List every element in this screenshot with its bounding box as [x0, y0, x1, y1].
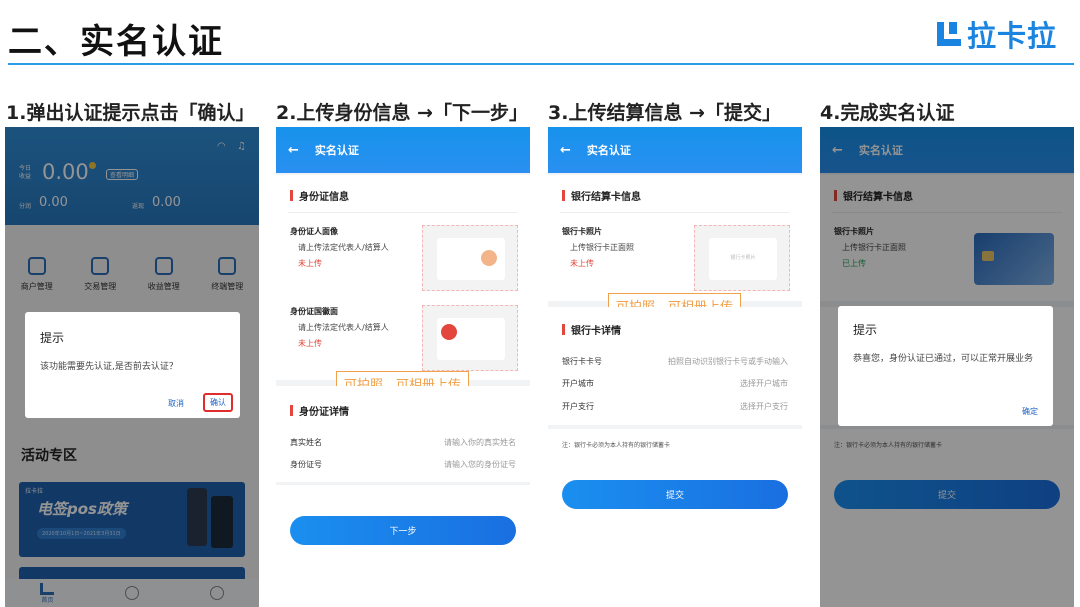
ok-button[interactable]: 确定 — [1022, 406, 1038, 417]
footer-area — [276, 485, 530, 607]
id-back-status: 未上传 — [298, 339, 322, 348]
step-4-label: 4.完成实名认证 — [820, 102, 955, 124]
idnumber-field[interactable]: 身份证号 请输入您的身份证号 — [276, 459, 530, 470]
branch-field[interactable]: 开户支行 选择开户支行 — [548, 401, 802, 412]
auth-prompt-dialog: 提示 该功能需要先认证,是否前去认证？ 取消 确认 — [25, 312, 240, 418]
field-label: 真实姓名 — [290, 438, 322, 447]
bank-card-info: 银行结算卡信息 银行卡照片 上传银行卡正面照 未上传 银行卡照片 — [548, 175, 802, 301]
card-number-field[interactable]: 银行卡卡号 拍照自动识别银行卡号或手动输入 — [548, 356, 802, 367]
section-id-info: 身份证信息 — [290, 188, 349, 203]
card-number-input[interactable]: 拍照自动识别银行卡号或手动输入 — [668, 356, 788, 367]
nav-bar: ← 实名认证 — [548, 127, 802, 173]
lakala-logo-icon — [935, 20, 963, 48]
bank-note: 注：银行卡必须为本人持有的银行储蓄卡 — [562, 442, 671, 449]
id-back-title: 身份证国徽面 — [290, 307, 338, 316]
bank-photo-status: 未上传 — [570, 259, 594, 268]
phone-screen-1: ◠ ♫ 今日 收益 0.00 查看明细 分润 0.00 返现 0.00 商户管理… — [5, 127, 259, 607]
id-front-status: 未上传 — [298, 259, 322, 268]
bank-photo-title: 银行卡照片 — [562, 227, 602, 236]
back-arrow-icon[interactable]: ← — [288, 143, 299, 158]
portrait-icon — [481, 250, 497, 266]
emblem-icon — [441, 324, 457, 340]
cancel-button[interactable]: 取消 — [168, 398, 184, 409]
section-title: 银行结算卡信息 — [571, 192, 641, 203]
id-back-upload[interactable] — [422, 305, 518, 371]
field-label: 开户支行 — [562, 402, 594, 411]
confirm-button[interactable]: 确认 — [203, 393, 233, 412]
section-id-detail: 身份证详情 — [290, 403, 349, 418]
field-label: 开户城市 — [562, 379, 594, 388]
section-title: 身份证详情 — [299, 407, 349, 418]
step-2-label: 2.上传身份信息 →「下一步」 — [276, 102, 528, 124]
brand-logo: 拉卡拉 — [935, 14, 1057, 54]
step-3-label: 3.上传结算信息 →「提交」 — [548, 102, 781, 124]
section-title: 身份证信息 — [299, 192, 349, 203]
branch-select[interactable]: 选择开户支行 — [740, 401, 788, 412]
dialog-message: 该功能需要先认证,是否前去认证？ — [40, 362, 178, 372]
id-info-card: 身份证信息 身份证人面像 请上传法定代表人/结算人 未上传 身份证国徽面 请上传… — [276, 175, 530, 380]
dialog-title: 提示 — [40, 331, 65, 345]
footer-area: 注：银行卡必须为本人持有的银行储蓄卡 — [548, 429, 802, 607]
id-front-desc: 请上传法定代表人/结算人 — [298, 243, 389, 252]
nav-bar: ← 实名认证 — [276, 127, 530, 173]
dialog-title: 提示 — [853, 323, 878, 337]
card-placeholder-text: 银行卡照片 — [730, 255, 756, 261]
phone-screen-4: ← 实名认证 银行结算卡信息 银行卡照片 上传银行卡正面照 已上传 注：银行卡必须… — [820, 127, 1074, 607]
section-title: 银行卡详情 — [571, 326, 621, 337]
name-input[interactable]: 请输入你的真实姓名 — [444, 437, 516, 448]
step-1-label: 1.弹出认证提示点击「确认」 — [6, 102, 255, 124]
section-bank-detail: 银行卡详情 — [562, 322, 621, 337]
id-front-upload[interactable] — [422, 225, 518, 291]
field-label: 银行卡卡号 — [562, 357, 602, 366]
dialog-message: 恭喜您，身份认证已通过，可以正常开展业务 — [853, 354, 1034, 364]
brand-name: 拉卡拉 — [967, 19, 1058, 53]
city-field[interactable]: 开户城市 选择开户城市 — [548, 378, 802, 389]
next-button[interactable]: 下一步 — [290, 516, 516, 545]
section-bank-info: 银行结算卡信息 — [562, 188, 641, 203]
nav-title: 实名认证 — [586, 144, 631, 157]
back-arrow-icon[interactable]: ← — [560, 143, 571, 158]
idnumber-input[interactable]: 请输入您的身份证号 — [444, 459, 516, 470]
city-select[interactable]: 选择开户城市 — [740, 378, 788, 389]
name-field[interactable]: 真实姓名 请输入你的真实姓名 — [276, 437, 530, 448]
field-label: 身份证号 — [290, 460, 322, 469]
submit-button[interactable]: 提交 — [562, 480, 788, 509]
bank-card-upload[interactable]: 银行卡照片 — [694, 225, 790, 291]
id-back-desc: 请上传法定代表人/结算人 — [298, 323, 389, 332]
bank-detail-card: 银行卡详情 银行卡卡号 拍照自动识别银行卡号或手动输入 开户城市 选择开户城市 开户… — [548, 307, 802, 425]
id-front-title: 身份证人面像 — [290, 227, 338, 236]
page-title: 二、实名认证 — [8, 22, 224, 62]
id-detail-card: 身份证详情 真实姓名 请输入你的真实姓名 身份证号 请输入您的身份证号 — [276, 386, 530, 482]
nav-title: 实名认证 — [314, 144, 359, 157]
title-divider — [8, 63, 1074, 65]
bank-photo-desc: 上传银行卡正面照 — [570, 243, 634, 252]
phone-screen-3: ←实名认证 银行结算卡信息 银行卡照片 上传银行卡正面照 未上传 银行卡照片 可… — [548, 127, 802, 607]
success-dialog: 提示 恭喜您，身份认证已通过，可以正常开展业务 确定 — [838, 306, 1053, 426]
phone-screen-2: ← 实名认证 身份证信息 身份证人面像 请上传法定代表人/结算人 未上传 身份证国… — [276, 127, 530, 607]
